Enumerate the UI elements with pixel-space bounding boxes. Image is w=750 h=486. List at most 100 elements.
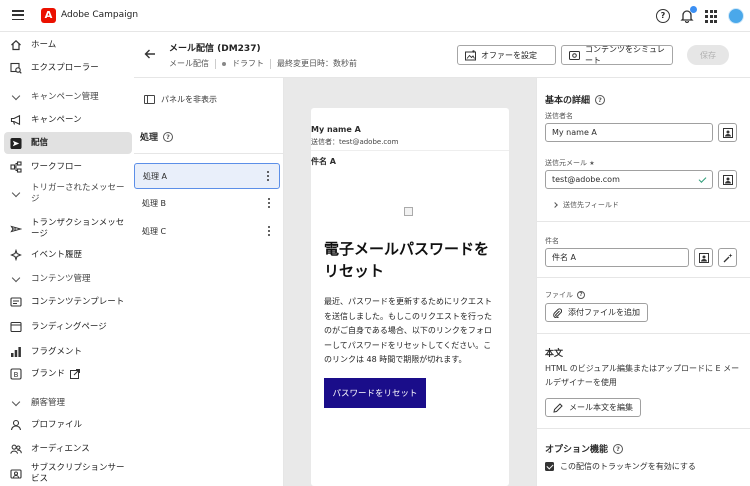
subject-label: 件名 (545, 237, 559, 245)
save-button[interactable]: 保存 (687, 45, 729, 65)
sender-email-field[interactable]: test@adobe.com (545, 170, 713, 189)
left-navigation: ホーム エクスプローラー キャンペーン管理 キャンペーン 配信 ワークフロー ト… (0, 32, 134, 486)
nav-subscription-services[interactable]: サブスクリプションサービス (0, 461, 134, 486)
notifications-bell-icon[interactable] (680, 6, 697, 24)
nav-campaigns[interactable]: キャンペーン (0, 109, 134, 131)
help-icon[interactable]: ? (595, 94, 606, 105)
nav-section-campaign-management[interactable]: キャンペーン管理 (0, 86, 134, 108)
nav-fragments[interactable]: フラグメント (0, 341, 134, 363)
pencil-icon (553, 402, 563, 413)
reset-password-button[interactable]: パスワードをリセット (324, 378, 426, 408)
more-options-icon[interactable] (267, 198, 270, 208)
audience-icon (10, 443, 22, 455)
valid-check-icon (698, 174, 707, 183)
event-history-icon (10, 249, 22, 261)
sender-name-label: 送信者名 (545, 112, 573, 120)
nav-brands[interactable]: B ブランド (0, 363, 134, 385)
last-modified: 最終変更日時：数秒前 (277, 59, 357, 68)
divider (537, 221, 750, 222)
app-name: Adobe Campaign (61, 10, 139, 20)
landing-page-icon (10, 321, 22, 333)
chevron-down-icon (10, 273, 22, 285)
magic-wand-icon (723, 253, 733, 263)
apps-grid-icon[interactable] (705, 9, 719, 23)
options-title: オプション機能 ? (545, 442, 624, 455)
treatment-item-c[interactable]: 処理 C (134, 218, 280, 244)
nav-section-customer-management[interactable]: 顧客管理 (0, 392, 134, 414)
ai-assistant-button[interactable] (718, 248, 737, 267)
delivery-meta: メール配信 ドラフト 最終変更日時：数秒前 (169, 58, 357, 69)
treatment-item-a[interactable]: 処理 A (134, 163, 280, 189)
hide-panel-button[interactable]: パネルを非表示 (144, 94, 217, 105)
add-attachment-button[interactable]: 添付ファイルを追加 (545, 303, 648, 322)
email-heading: 電子メールパスワードをリセット (324, 240, 490, 280)
nav-event-history[interactable]: イベント履歴 (0, 244, 134, 266)
tracking-checkbox[interactable]: この配信のトラッキングを有効にする (545, 461, 696, 472)
divider (537, 428, 750, 429)
help-icon[interactable]: ? (163, 131, 174, 142)
divider (311, 150, 509, 151)
personalize-subject-button[interactable] (694, 248, 713, 267)
sender-name-field[interactable]: My name A (545, 123, 713, 142)
email-body: 電子メールパスワードをリセット 最近、パスワードを更新するためにリクエストを送信… (311, 176, 509, 451)
preview-subject: 件名 A (311, 157, 336, 166)
hamburger-menu-icon[interactable] (12, 10, 24, 21)
nav-section-content-management[interactable]: コンテンツ管理 (0, 268, 134, 290)
status-dot (222, 61, 226, 66)
top-bar: A Adobe Campaign ? (0, 0, 750, 32)
chevron-down-icon (10, 397, 22, 409)
profile-icon (10, 419, 22, 431)
broken-image-icon (404, 207, 413, 216)
subject-field[interactable]: 件名 A (545, 248, 689, 267)
offer-icon (465, 49, 476, 61)
adobe-logo-icon: A (41, 8, 56, 23)
transaction-icon (10, 223, 22, 235)
nav-section-triggered-messages[interactable]: トリガーされたメッセージ (0, 181, 134, 207)
advanced-fields-toggle[interactable]: 送信先フィールド (552, 200, 619, 210)
user-avatar[interactable] (728, 8, 744, 24)
fragment-icon (10, 346, 22, 358)
help-icon[interactable]: ? (577, 291, 585, 299)
external-link-icon[interactable] (70, 369, 81, 379)
delivery-icon (10, 137, 22, 149)
page-title: メール配信 (DM237) (169, 44, 261, 54)
divider (537, 333, 750, 334)
preview-sender-name: My name A (311, 125, 361, 134)
divider (270, 58, 271, 69)
edit-email-body-button[interactable]: メール本文を編集 (545, 398, 641, 417)
treatment-item-b[interactable]: 処理 B (134, 190, 280, 216)
nav-profiles[interactable]: プロファイル (0, 414, 134, 436)
chevron-down-icon (10, 188, 22, 200)
more-options-icon[interactable] (266, 171, 269, 181)
configure-offer-button[interactable]: オファーを設定 (457, 45, 556, 65)
simulate-content-button[interactable]: コンテンツをシミュレート (561, 45, 673, 65)
checkbox-checked-icon[interactable] (545, 462, 554, 471)
panel-icon (144, 95, 155, 104)
nav-transactional-messages[interactable]: トランザクションメッセージ (0, 216, 134, 242)
more-options-icon[interactable] (267, 226, 270, 236)
explorer-icon (10, 62, 22, 74)
nav-landing-pages[interactable]: ランディングページ (0, 316, 134, 338)
divider (215, 58, 216, 69)
divider (134, 153, 284, 154)
basic-details-title: 基本の詳細 ? (545, 93, 606, 106)
nav-content-templates[interactable]: コンテンツテンプレート (0, 291, 134, 313)
email-preview: My name A 送信者：test@adobe.com 件名 A 電子メールパ… (311, 108, 509, 486)
help-icon[interactable]: ? (656, 9, 670, 23)
sender-email-label: 送信元メール ★ (545, 159, 595, 167)
preview-sender-address: 送信者：test@adobe.com (311, 138, 399, 146)
chevron-down-icon (10, 91, 22, 103)
back-arrow-icon[interactable] (144, 48, 156, 60)
nav-audiences[interactable]: オーディエンス (0, 438, 134, 460)
personalize-sender-name-button[interactable] (718, 123, 737, 142)
nav-home[interactable]: ホーム (0, 34, 134, 56)
notification-dot (690, 6, 697, 13)
delivery-header: メール配信 (DM237) メール配信 ドラフト 最終変更日時：数秒前 オファー… (134, 32, 750, 78)
nav-workflows[interactable]: ワークフロー (0, 156, 134, 178)
nav-deliveries[interactable]: 配信 (4, 132, 132, 154)
delivery-type: メール配信 (169, 59, 209, 68)
nav-explorer[interactable]: エクスプローラー (0, 57, 134, 79)
personalization-icon (722, 174, 733, 185)
help-icon[interactable]: ? (613, 443, 624, 454)
personalize-sender-email-button[interactable] (718, 170, 737, 189)
